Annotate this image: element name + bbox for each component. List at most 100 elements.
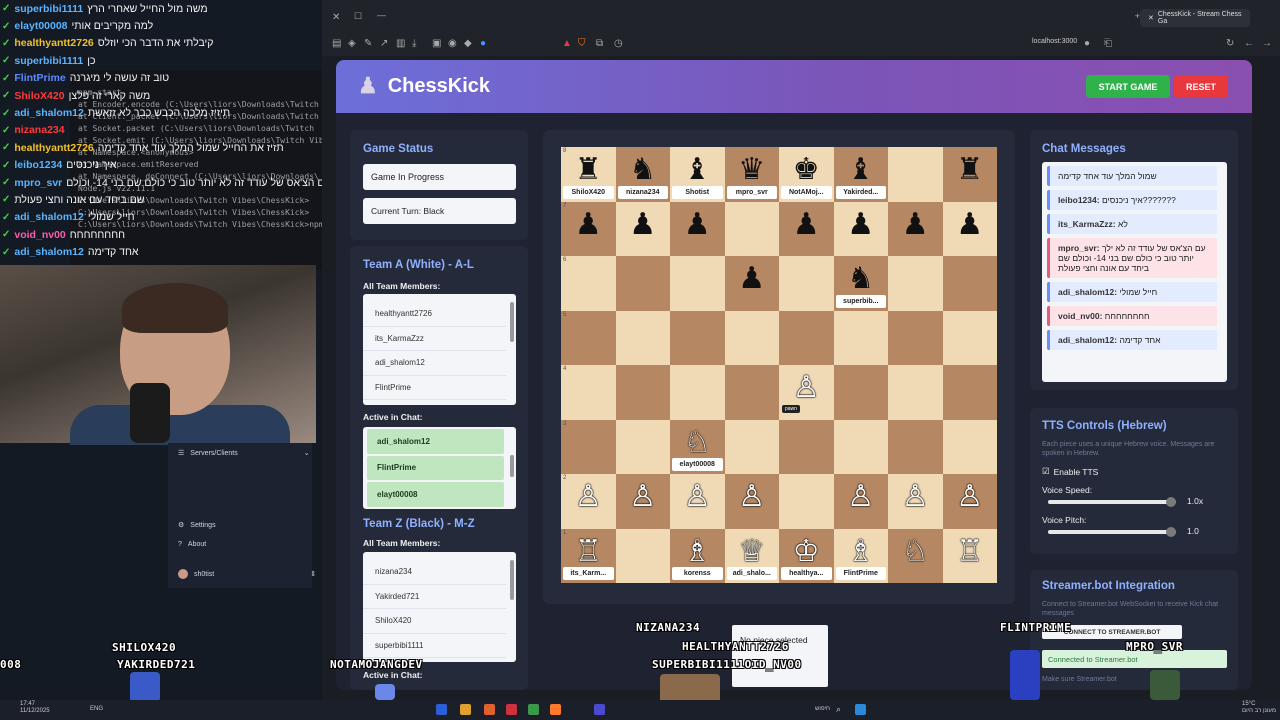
chess-piece-icon[interactable]: ♙ bbox=[684, 482, 711, 512]
board-square[interactable]: ♙ bbox=[670, 474, 725, 529]
scrollbar[interactable] bbox=[510, 560, 514, 600]
team-member-item[interactable]: ShiloX420 bbox=[363, 609, 506, 634]
close-tab-icon[interactable]: ✕ bbox=[1148, 14, 1154, 22]
board-square[interactable] bbox=[779, 310, 834, 365]
screenshot-icon[interactable]: ▣ bbox=[432, 38, 441, 49]
board-square[interactable]: ♞ superbib... bbox=[833, 256, 888, 311]
board-square[interactable]: 3 bbox=[561, 419, 616, 474]
expand-icon[interactable]: ⇕ bbox=[310, 570, 316, 578]
team-z-members-list[interactable]: nizana234 Yakirded721 ShiloX420 superbibi11… bbox=[363, 552, 516, 662]
chess-piece-icon[interactable]: ♟ bbox=[629, 209, 656, 240]
board-square[interactable]: ♙ bbox=[833, 474, 888, 529]
board-square[interactable] bbox=[833, 310, 888, 365]
history-icon[interactable]: ◷ bbox=[614, 38, 623, 49]
board-square[interactable] bbox=[615, 256, 670, 311]
maximize-icon[interactable]: ☐ bbox=[354, 11, 362, 22]
team-member-item[interactable]: Yakirded721 bbox=[363, 585, 506, 609]
reset-button[interactable]: RESET bbox=[1174, 75, 1228, 98]
chess-piece-icon[interactable]: ♜ bbox=[575, 155, 602, 185]
enable-tts-toggle[interactable]: ☑ Enable TTS bbox=[1042, 466, 1098, 477]
share-icon[interactable]: ↗ bbox=[380, 38, 388, 49]
board-square[interactable]: ♛ mpro_svr bbox=[724, 147, 779, 202]
app-icon[interactable] bbox=[506, 704, 517, 715]
board-square[interactable] bbox=[942, 365, 997, 420]
team-member-item[interactable]: adi_shalom12 bbox=[363, 351, 506, 376]
scrollbar[interactable] bbox=[510, 455, 514, 477]
board-square[interactable] bbox=[888, 419, 943, 474]
start-game-button[interactable]: START GAME bbox=[1086, 75, 1170, 98]
chess-piece-icon[interactable]: ♟ bbox=[956, 209, 983, 240]
start-icon[interactable] bbox=[855, 704, 866, 715]
team-a-members-list[interactable]: healthyantt2726 its_KarmaZzz adi_shalom12 F… bbox=[363, 294, 516, 405]
board-square[interactable]: ♟ bbox=[833, 201, 888, 256]
board-square[interactable] bbox=[670, 256, 725, 311]
board-square[interactable] bbox=[670, 310, 725, 365]
board-square[interactable]: ♙ bbox=[724, 474, 779, 529]
team-member-item[interactable]: nizana234 bbox=[363, 560, 506, 585]
diamond-icon[interactable]: ◆ bbox=[464, 38, 472, 49]
board-square[interactable]: 4 bbox=[561, 365, 616, 420]
chess-piece-icon[interactable]: ♖ bbox=[575, 536, 602, 567]
servers-clients-item[interactable]: ☰ Servers/Clients ⌄ bbox=[178, 449, 310, 458]
extension-icon[interactable]: ◉ bbox=[448, 38, 457, 49]
chess-piece-icon[interactable]: ♗ bbox=[684, 536, 711, 567]
voice-speed-slider[interactable] bbox=[1048, 497, 1176, 507]
chess-piece-icon[interactable]: ♟ bbox=[902, 209, 929, 240]
board-square[interactable] bbox=[724, 419, 779, 474]
download-icon[interactable]: ⤓ bbox=[412, 38, 416, 49]
url-bar[interactable]: localhost:3000 bbox=[1032, 38, 1077, 45]
board-square[interactable] bbox=[779, 474, 834, 529]
search-box[interactable]: חיפוש bbox=[815, 706, 830, 712]
settings-item[interactable]: ⚙ Settings bbox=[178, 521, 216, 530]
scrollbar[interactable] bbox=[510, 302, 514, 342]
board-square[interactable]: ♙ bbox=[942, 474, 997, 529]
search-icon[interactable]: ⌕ bbox=[836, 704, 841, 715]
chess-piece-icon[interactable]: ♜ bbox=[956, 155, 983, 185]
board-square[interactable]: 1 ♖ its_Karm... bbox=[561, 528, 616, 583]
checkbox-icon[interactable]: ☑ bbox=[1042, 466, 1050, 477]
board-square[interactable]: ♖ bbox=[942, 528, 997, 583]
chess-piece-icon[interactable]: ♝ bbox=[847, 155, 874, 185]
team-member-item[interactable]: FlintPrime bbox=[363, 376, 506, 400]
edit-icon[interactable]: ✎ bbox=[364, 38, 372, 49]
board-square[interactable] bbox=[888, 256, 943, 311]
chevron-down-icon[interactable]: ⌄ bbox=[304, 449, 310, 457]
board-square[interactable] bbox=[942, 419, 997, 474]
brave-icon[interactable]: ⛉ bbox=[578, 38, 586, 49]
board-square[interactable]: ♟ bbox=[888, 201, 943, 256]
brave-icon[interactable] bbox=[550, 704, 561, 715]
board-square[interactable]: ♗ korenss bbox=[670, 528, 725, 583]
board-square[interactable]: ♙ bbox=[615, 474, 670, 529]
record-icon[interactable]: ● bbox=[1084, 38, 1090, 49]
board-square[interactable] bbox=[779, 419, 834, 474]
board-square[interactable] bbox=[615, 310, 670, 365]
active-member-item[interactable]: adi_shalom12 bbox=[367, 429, 504, 454]
language-indicator[interactable]: ENG bbox=[90, 706, 103, 712]
board-square[interactable] bbox=[779, 256, 834, 311]
board-square[interactable] bbox=[615, 528, 670, 583]
chess-piece-icon[interactable]: ♙ bbox=[629, 482, 656, 512]
chess-piece-icon[interactable]: ♙ bbox=[902, 482, 929, 512]
chat-messages-list[interactable]: שמול המלך עוד אחד קדימה leibo1234: איך ני… bbox=[1042, 162, 1227, 382]
slider-knob[interactable] bbox=[1166, 527, 1176, 537]
app-icon[interactable] bbox=[528, 704, 539, 715]
chess-piece-icon[interactable]: ♟ bbox=[793, 209, 820, 240]
chess-piece-icon[interactable]: ♙ bbox=[793, 373, 820, 403]
shield-icon[interactable]: ◈ bbox=[348, 38, 356, 49]
board-square[interactable]: 7 ♟ bbox=[561, 201, 616, 256]
board-square[interactable] bbox=[942, 310, 997, 365]
board-square[interactable]: ♚ NotAMoj... bbox=[779, 147, 834, 202]
board-square[interactable] bbox=[670, 365, 725, 420]
board-square[interactable]: ♝ Shotist bbox=[670, 147, 725, 202]
board-square[interactable] bbox=[942, 256, 997, 311]
board-square[interactable]: 5 bbox=[561, 310, 616, 365]
app-icon[interactable] bbox=[484, 704, 495, 715]
chess-piece-icon[interactable]: ♝ bbox=[684, 155, 711, 185]
chess-piece-icon[interactable]: ♚ bbox=[793, 155, 820, 185]
bookmark-icon[interactable]: ⎗ bbox=[1104, 38, 1112, 49]
board-square[interactable]: ♘ bbox=[888, 528, 943, 583]
active-member-item[interactable]: elayt00008 bbox=[367, 482, 504, 507]
team-member-item[interactable]: superbibi1111 bbox=[363, 634, 506, 658]
folder-icon[interactable] bbox=[460, 704, 471, 715]
chess-piece-icon[interactable]: ♟ bbox=[684, 209, 711, 240]
